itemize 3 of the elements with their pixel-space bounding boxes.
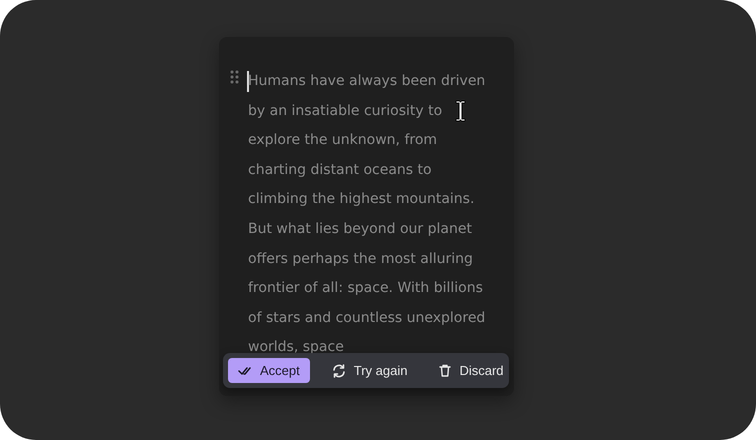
accept-button[interactable]: Accept [228,358,310,383]
discard-button[interactable]: Discard [429,358,514,383]
try-again-button[interactable]: Try again [322,358,418,383]
